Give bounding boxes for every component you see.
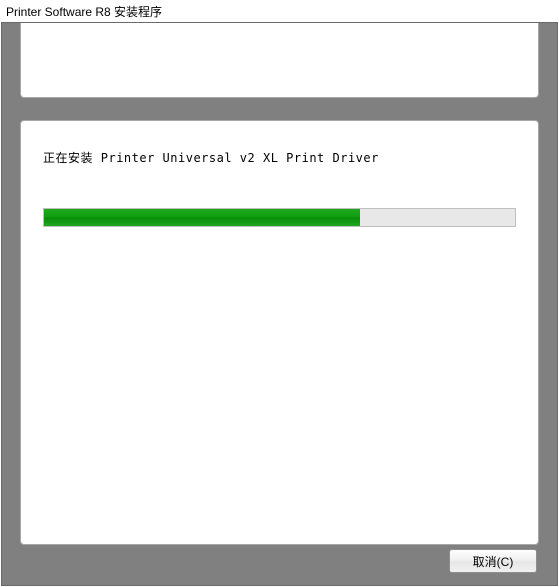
- progress-bar: [43, 208, 516, 227]
- installer-frame: 正在安装 Printer Universal v2 XL Print Drive…: [1, 22, 558, 586]
- install-status-text: 正在安装 Printer Universal v2 XL Print Drive…: [43, 149, 516, 166]
- main-install-panel: 正在安装 Printer Universal v2 XL Print Drive…: [20, 120, 539, 545]
- button-row: 取消(C): [449, 549, 537, 573]
- cancel-button[interactable]: 取消(C): [449, 549, 537, 573]
- install-target: Printer Universal v2 XL Print Driver: [101, 151, 379, 165]
- install-prefix: 正在安装: [43, 151, 93, 165]
- window-title: Printer Software R8 安装程序: [6, 5, 162, 19]
- progress-fill: [44, 209, 360, 226]
- window-title-bar: Printer Software R8 安装程序: [0, 0, 559, 22]
- top-blank-panel: [20, 23, 539, 98]
